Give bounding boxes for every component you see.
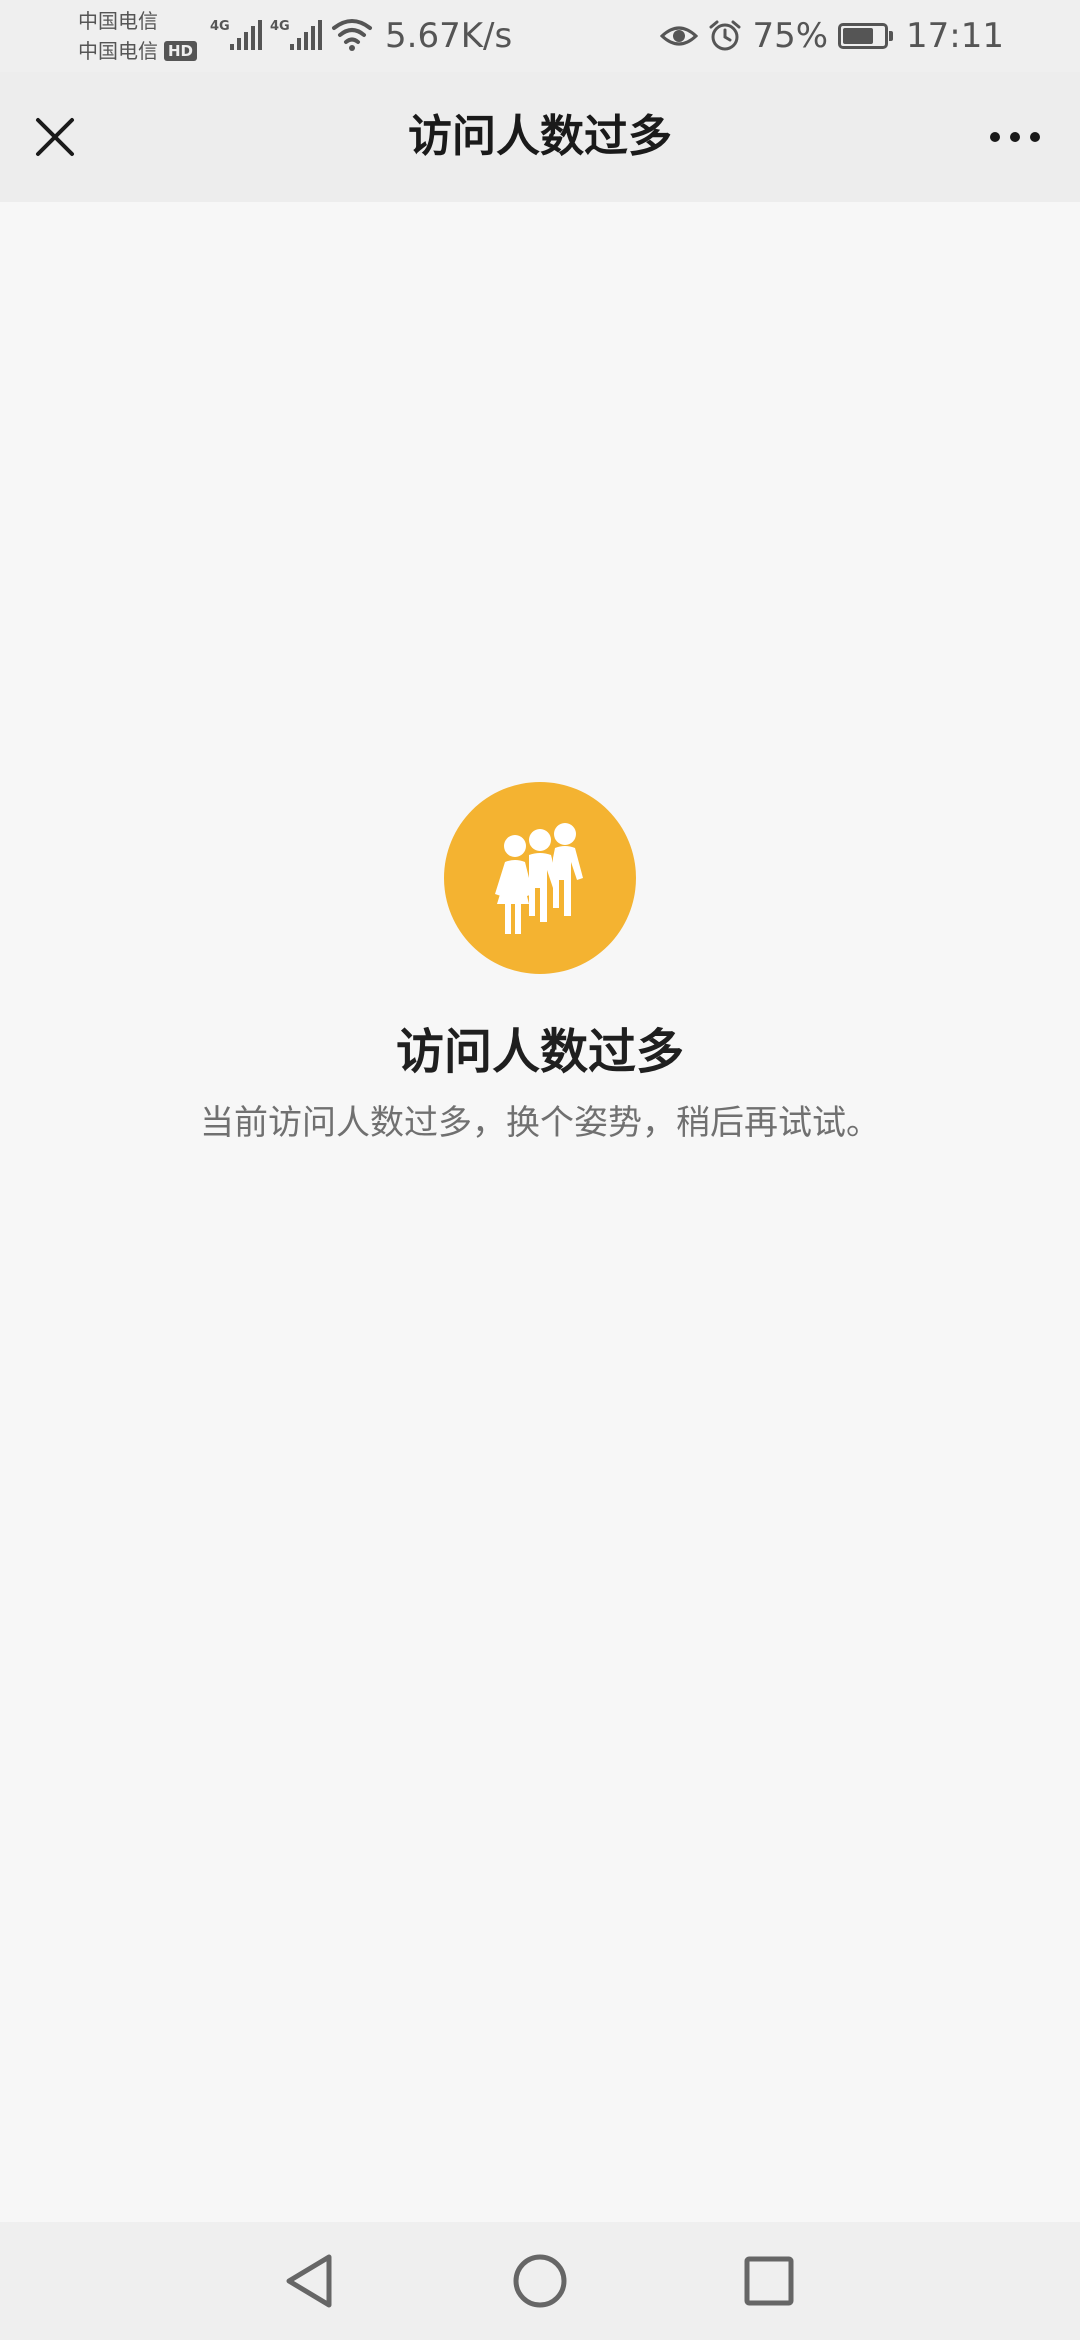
back-icon [286, 2254, 332, 2308]
signal-icon: 4G [270, 19, 322, 50]
system-nav-bar [0, 2222, 1080, 2340]
wifi-icon [332, 19, 372, 51]
carrier-info: 中国电信 中国电信 HD [78, 6, 208, 66]
hd-badge: HD [164, 41, 198, 61]
recents-icon [744, 2256, 794, 2306]
carrier-line-1: 中国电信 [78, 6, 208, 36]
status-bar: 中国电信 中国电信 HD 4G 4G 5.67K/s 75% 17:11 [0, 0, 1080, 72]
page-title: 访问人数过多 [408, 111, 672, 162]
more-button[interactable] [970, 102, 1060, 172]
close-icon [36, 118, 74, 156]
nav-bar: 访问人数过多 [0, 72, 1080, 202]
message-title: 访问人数过多 [395, 1024, 684, 1080]
battery-fill [843, 28, 874, 44]
crowd-icon [495, 823, 583, 934]
status-right: 75% 17:11 [660, 14, 1004, 58]
battery-percent: 75% [752, 16, 829, 56]
alarm-icon [709, 20, 741, 51]
close-button[interactable] [20, 102, 90, 172]
message-description: 当前访问人数过多，换个姿势，稍后再试试。 [200, 1103, 880, 1143]
clock-time: 17:11 [906, 16, 1004, 56]
home-button[interactable] [507, 2248, 573, 2314]
carrier-line-2: 中国电信 HD [78, 36, 208, 66]
net-speed: 5.67K/s [385, 16, 513, 56]
carrier-name-1: 中国电信 [78, 9, 158, 33]
screen: 中国电信 中国电信 HD 4G 4G 5.67K/s 75% 17:11 访问人… [0, 0, 1080, 2340]
crowd-icon-badge [444, 782, 636, 974]
battery-icon [838, 23, 894, 49]
content-area: 访问人数过多 当前访问人数过多，换个姿势，稍后再试试。 [0, 202, 1080, 2222]
more-icon [990, 132, 1040, 142]
network-type-label-1: 4G [210, 19, 230, 34]
back-button[interactable] [276, 2248, 342, 2314]
carrier-name-2: 中国电信 [78, 39, 158, 63]
eye-icon [660, 26, 699, 46]
network-type-label-2: 4G [270, 19, 290, 34]
signal-icon: 4G [210, 19, 262, 50]
recents-button[interactable] [736, 2248, 802, 2314]
home-icon [513, 2254, 567, 2308]
